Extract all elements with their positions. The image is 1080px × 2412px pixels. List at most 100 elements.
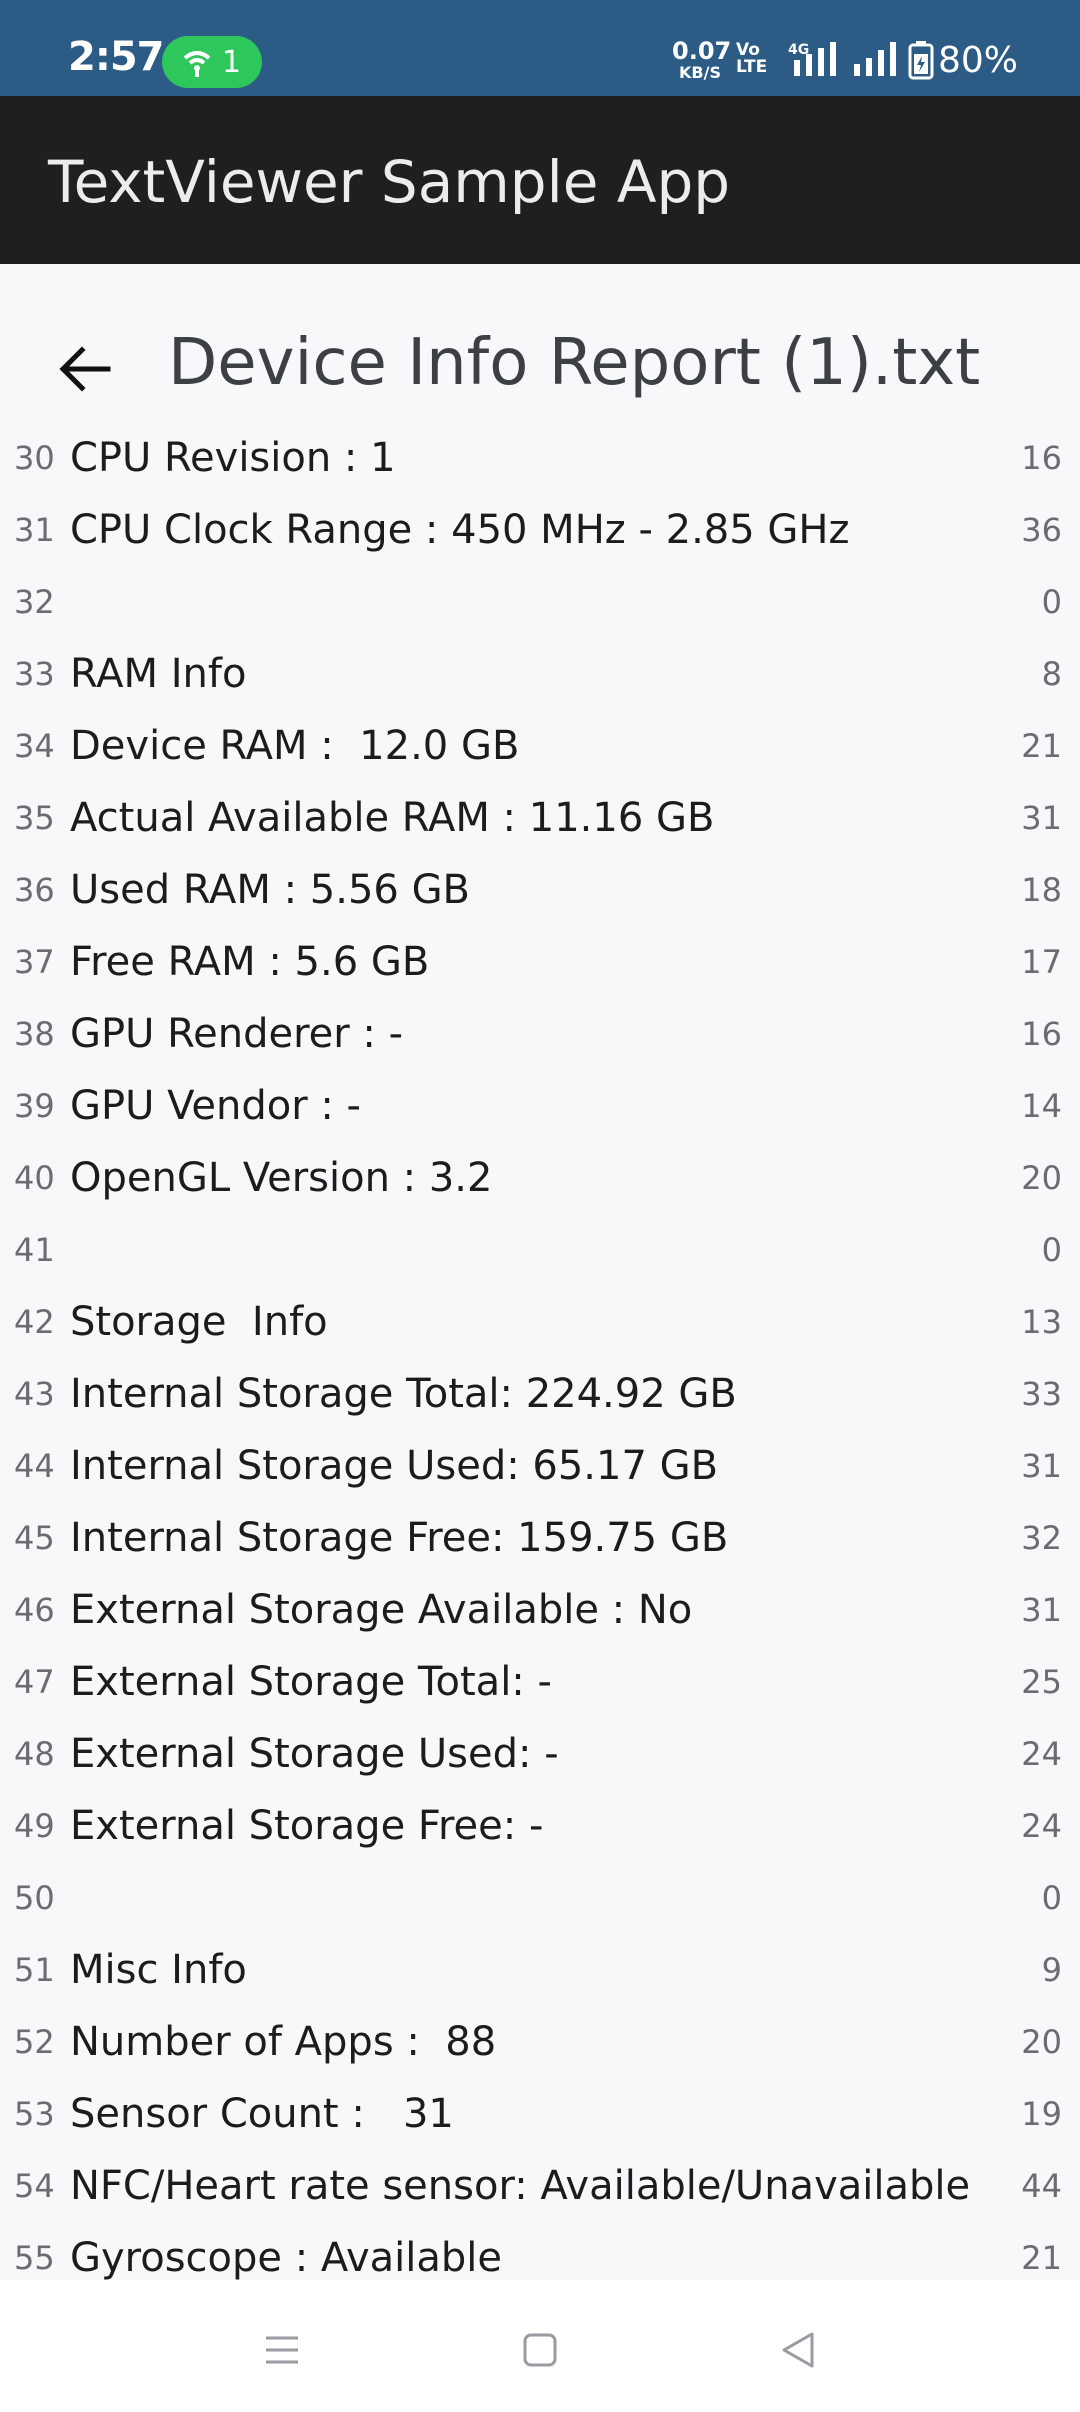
volte-indicator: Vo LTE [736, 42, 767, 76]
status-time: 2:57 [68, 34, 164, 80]
text-line: 37 Free RAM : 5.6 GB 17 [0, 927, 1080, 999]
line-text: Internal Storage Free: 159.75 GB [70, 1515, 729, 1561]
text-line: 53 Sensor Count : 31 19 [0, 2079, 1080, 2151]
text-line: 36 Used RAM : 5.56 GB 18 [0, 855, 1080, 927]
file-name: Device Info Report (1).txt [168, 326, 981, 400]
home-icon [523, 2333, 557, 2367]
line-char-count: 31 [1021, 1447, 1062, 1485]
battery-level: 80% [938, 40, 1019, 81]
line-text: Actual Available RAM : 11.16 GB [70, 795, 715, 841]
system-back-button[interactable] [758, 2310, 838, 2390]
line-number: 42 [14, 1303, 55, 1341]
line-number: 44 [14, 1447, 55, 1485]
text-line: 42 Storage Info 13 [0, 1287, 1080, 1359]
network-speed-value: 0.07 [672, 37, 732, 65]
text-line: 51 Misc Info 9 [0, 1935, 1080, 2007]
line-char-count: 13 [1021, 1303, 1062, 1341]
menu-icon [266, 2336, 298, 2364]
line-text: Internal Storage Used: 65.17 GB [70, 1443, 719, 1489]
battery-icon [908, 41, 934, 80]
line-char-count: 16 [1021, 1015, 1062, 1053]
line-char-count: 33 [1021, 1375, 1062, 1413]
text-line: 31 CPU Clock Range : 450 MHz - 2.85 GHz 36 [0, 495, 1080, 567]
line-char-count: 9 [1041, 1951, 1062, 1989]
line-char-count: 0 [1041, 1879, 1062, 1917]
line-text: RAM Info [70, 651, 247, 697]
text-line: 48 External Storage Used: - 24 [0, 1719, 1080, 1791]
line-char-count: 24 [1021, 1807, 1062, 1845]
line-number: 31 [14, 511, 55, 549]
line-text: GPU Vendor : - [70, 1083, 361, 1129]
line-text: External Storage Used: - [70, 1731, 559, 1777]
line-number: 34 [14, 727, 55, 765]
line-text: Number of Apps : 88 [70, 2019, 497, 2065]
line-char-count: 20 [1021, 1159, 1062, 1197]
line-number: 53 [14, 2095, 55, 2133]
line-number: 33 [14, 655, 55, 693]
line-char-count: 8 [1041, 655, 1062, 693]
line-number: 54 [14, 2167, 55, 2205]
line-number: 47 [14, 1663, 55, 1701]
recent-apps-button[interactable] [242, 2310, 322, 2390]
line-text: Sensor Count : 31 [70, 2091, 454, 2137]
line-number: 45 [14, 1519, 55, 1557]
line-number: 37 [14, 943, 55, 981]
text-line: 40 OpenGL Version : 3.2 20 [0, 1143, 1080, 1215]
line-number: 48 [14, 1735, 55, 1773]
network-speed: 0.07 KB/S [672, 37, 732, 84]
line-char-count: 24 [1021, 1735, 1062, 1773]
text-line: 49 External Storage Free: - 24 [0, 1791, 1080, 1863]
text-content[interactable]: 30 CPU Revision : 1 16 31 CPU Clock Range : … [0, 435, 1080, 2280]
text-line: 39 GPU Vendor : - 14 [0, 1071, 1080, 1143]
text-line: 47 External Storage Total: - 25 [0, 1647, 1080, 1719]
line-text: Internal Storage Total: 224.92 GB [70, 1371, 737, 1417]
text-line: 34 Device RAM : 12.0 GB 21 [0, 711, 1080, 783]
line-char-count: 0 [1041, 583, 1062, 621]
line-text: NFC/Heart rate sensor: Available/Unavail… [70, 2163, 971, 2209]
status-bar: 2:57 1 0.07 KB/S Vo LTE 4G 80% [0, 0, 1080, 96]
hotspot-indicator[interactable]: 1 [162, 36, 262, 88]
line-number: 35 [14, 799, 55, 837]
line-text: Used RAM : 5.56 GB [70, 867, 470, 913]
line-char-count: 21 [1021, 727, 1062, 765]
text-line: 41 0 [0, 1215, 1080, 1287]
line-number: 30 [14, 439, 55, 477]
line-text: External Storage Free: - [70, 1803, 544, 1849]
text-line: 30 CPU Revision : 1 16 [0, 435, 1080, 495]
text-line: 50 0 [0, 1863, 1080, 1935]
network-speed-unit: KB/S [679, 63, 721, 82]
home-button[interactable] [500, 2310, 580, 2390]
line-text: CPU Revision : 1 [70, 435, 396, 481]
line-number: 38 [14, 1015, 55, 1053]
text-line: 32 0 [0, 567, 1080, 639]
line-char-count: 17 [1021, 943, 1062, 981]
back-button[interactable] [40, 324, 130, 414]
line-char-count: 20 [1021, 2023, 1062, 2061]
line-char-count: 21 [1021, 2239, 1062, 2277]
text-line: 35 Actual Available RAM : 11.16 GB 31 [0, 783, 1080, 855]
line-number: 55 [14, 2239, 55, 2277]
line-char-count: 16 [1021, 439, 1062, 477]
line-text: Gyroscope : Available [70, 2235, 502, 2280]
line-char-count: 18 [1021, 871, 1062, 909]
text-line: 45 Internal Storage Free: 159.75 GB 32 [0, 1503, 1080, 1575]
line-number: 36 [14, 871, 55, 909]
text-line: 33 RAM Info 8 [0, 639, 1080, 711]
line-char-count: 0 [1041, 1231, 1062, 1269]
line-number: 32 [14, 583, 55, 621]
text-line: 38 GPU Renderer : - 16 [0, 999, 1080, 1071]
text-line: 44 Internal Storage Used: 65.17 GB 31 [0, 1431, 1080, 1503]
file-header: Device Info Report (1).txt [0, 264, 1080, 434]
line-text: Device RAM : 12.0 GB [70, 723, 520, 769]
volte-bottom: LTE [736, 57, 768, 77]
hotspot-count: 1 [222, 45, 242, 80]
line-char-count: 19 [1021, 2095, 1062, 2133]
text-line: 52 Number of Apps : 88 20 [0, 2007, 1080, 2079]
back-triangle-icon [782, 2332, 814, 2368]
signal-icon: 4G [788, 42, 836, 76]
line-char-count: 36 [1021, 511, 1062, 549]
arrow-left-icon [59, 346, 111, 392]
line-number: 51 [14, 1951, 55, 1989]
line-number: 52 [14, 2023, 55, 2061]
app-title: TextViewer Sample App [48, 148, 731, 216]
